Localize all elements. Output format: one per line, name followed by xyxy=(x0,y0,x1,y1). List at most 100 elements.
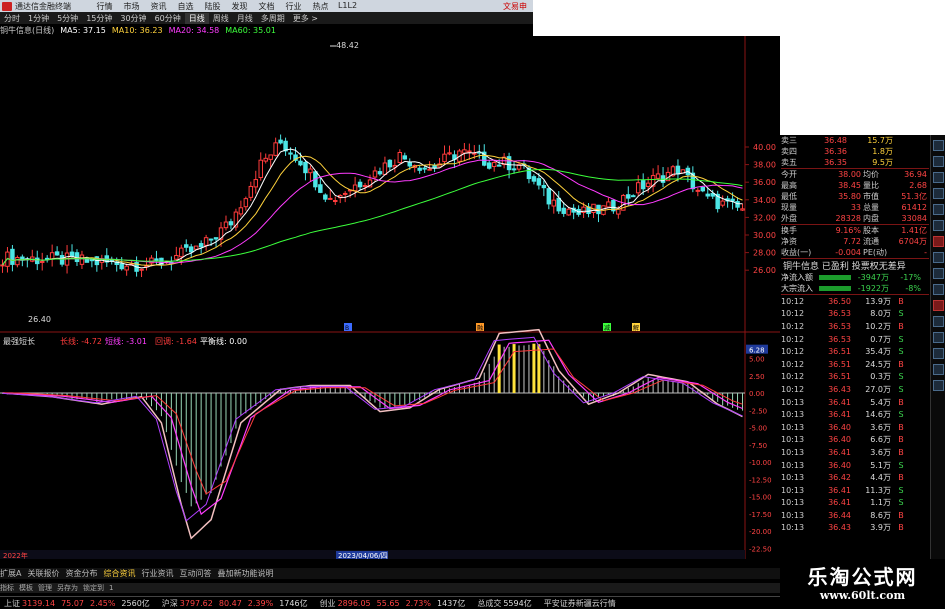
side-tool-icon[interactable] xyxy=(933,332,944,343)
index-name[interactable]: 创业 xyxy=(320,598,336,609)
side-tool-icon[interactable] xyxy=(933,220,944,231)
candle xyxy=(437,157,442,168)
period-tab[interactable]: 分时 xyxy=(0,13,24,24)
side-tool-icon[interactable] xyxy=(933,348,944,359)
indicator-tab[interactable]: 另存为 xyxy=(57,583,78,593)
tick-volume: 24.5万 xyxy=(865,359,891,369)
bottom-menu-item[interactable]: 关联报价 xyxy=(27,568,59,579)
menu-item[interactable]: 行业 xyxy=(280,1,307,12)
period-tab[interactable]: 周线 xyxy=(209,13,233,24)
company-info[interactable]: 铜牛信息 已盈利 投票权无差异 xyxy=(781,259,929,272)
period-tab[interactable]: 30分钟 xyxy=(116,13,150,24)
indicator-tab[interactable]: 锁定到 xyxy=(83,583,104,593)
tick-volume: 10.2万 xyxy=(865,321,891,331)
side-tool-icon[interactable] xyxy=(933,268,944,279)
indicator-tab[interactable]: 指标 xyxy=(0,583,14,593)
side-tool-icon[interactable] xyxy=(933,140,944,151)
menu-item[interactable]: 市场 xyxy=(118,1,145,12)
tick-volume: 6.6万 xyxy=(870,435,891,445)
tick-volume: 8.6万 xyxy=(870,510,891,520)
candle xyxy=(546,186,552,210)
period-tab[interactable]: 60分钟 xyxy=(151,13,185,24)
flow-value: -3947万 xyxy=(857,273,889,282)
side-tool-icon[interactable] xyxy=(933,284,944,295)
indicator-tab[interactable]: 模板 xyxy=(19,583,33,593)
bottom-menu-item[interactable]: 叠加新功能说明 xyxy=(217,568,273,579)
event-marker-label: B xyxy=(345,325,349,332)
side-tool-icon[interactable] xyxy=(933,252,944,263)
side-tool-icon[interactable] xyxy=(933,380,944,391)
index-name[interactable]: 沪深 xyxy=(162,598,178,609)
candle xyxy=(606,197,611,208)
ask-row: 卖四 36.36 1.8万 xyxy=(781,146,929,157)
price-tick-label: 32.00 xyxy=(753,213,776,222)
menu-item[interactable]: 行情 xyxy=(91,1,118,12)
stat-value: -0.004 xyxy=(835,248,861,257)
period-tab[interactable]: 月线 xyxy=(233,13,257,24)
candle xyxy=(79,250,85,269)
side-tool-icon[interactable] xyxy=(933,204,944,215)
stat-value: 1.41亿 xyxy=(901,226,927,235)
price-tick-label: 34.00 xyxy=(753,196,776,205)
side-tool-icon[interactable] xyxy=(933,156,944,167)
candle xyxy=(417,165,422,174)
candle xyxy=(650,168,656,193)
corner-label[interactable]: 文易申 xyxy=(503,1,527,12)
price-tick-label: 38.00 xyxy=(753,161,776,170)
period-tab[interactable]: 日线 xyxy=(184,12,209,24)
period-tab[interactable]: 15分钟 xyxy=(82,13,116,24)
side-tool-icon[interactable] xyxy=(933,188,944,199)
bottom-menu-item[interactable]: 行业资讯 xyxy=(141,568,173,579)
side-tool-icon[interactable] xyxy=(933,172,944,183)
menu-item[interactable]: 热点 xyxy=(307,1,334,12)
indicator-tab[interactable]: 1 xyxy=(109,584,113,592)
ask-name: 卖三 xyxy=(781,136,797,145)
candle xyxy=(253,170,259,194)
side-tool-icon[interactable] xyxy=(933,300,944,311)
bottom-menu-item[interactable]: 资金分布 xyxy=(65,568,97,579)
candle xyxy=(675,159,681,182)
menu-item[interactable]: 资讯 xyxy=(145,1,172,12)
candle xyxy=(511,160,517,174)
event-marker-label: 减 xyxy=(604,324,610,332)
index-name[interactable]: 上证 xyxy=(4,598,20,609)
blank-area-right xyxy=(780,0,945,135)
indicator-tab[interactable]: 管理 xyxy=(38,583,52,593)
tick-time: 10:13 xyxy=(781,498,805,508)
menu-item[interactable]: 陆股 xyxy=(199,1,226,12)
indicator-tick-label: -22.50 xyxy=(749,545,772,553)
side-tool-icon[interactable] xyxy=(933,316,944,327)
tick-volume: 13.9万 xyxy=(865,296,891,306)
status-bar: 上证 3139.14 75.07 2.45% 2560亿 沪深 3797.62 80.47 2.… xyxy=(0,596,780,609)
bottom-menu-item[interactable]: 扩展A xyxy=(0,568,21,579)
bottom-menu-item[interactable]: 互动问答 xyxy=(179,568,211,579)
candle xyxy=(139,268,144,278)
period-tab[interactable]: 多周期 xyxy=(257,13,289,24)
tick-time: 10:13 xyxy=(781,485,805,495)
side-tool-icon[interactable] xyxy=(933,236,944,247)
tick-row: 10:13 36.41 3.6万 B xyxy=(781,446,929,459)
stat-row: 最低 35.80 市值 51.3亿 xyxy=(781,191,929,202)
stock-name[interactable]: 铜牛信息(日线) xyxy=(0,25,54,36)
index-change: 75.07 xyxy=(61,598,84,608)
indicator-tick-label: 0.00 xyxy=(749,390,765,398)
period-tab[interactable]: 1分钟 xyxy=(24,13,53,24)
candle xyxy=(323,193,328,203)
menu-item[interactable]: 自选 xyxy=(172,1,199,12)
price-tick-label: 36.00 xyxy=(753,178,776,187)
index-amount: 1746亿 xyxy=(279,598,308,608)
menu-item[interactable]: 文档 xyxy=(253,1,280,12)
candle xyxy=(551,192,557,214)
high-price-label: 48.42 xyxy=(336,41,359,50)
candle xyxy=(188,243,194,258)
kline-chart[interactable]: 40.00 38.00 36.00 34.00 32.00 30.00 28.00 26.00… xyxy=(0,36,780,559)
bottom-menu-item[interactable]: 综合资讯 xyxy=(103,568,135,579)
tick-row: 10:12 36.43 27.0万 S xyxy=(781,383,929,396)
candle xyxy=(154,250,159,266)
candle xyxy=(660,167,666,188)
menu-item[interactable]: L1L2 xyxy=(334,1,361,12)
side-tool-icon[interactable] xyxy=(933,364,944,375)
period-tab[interactable]: 更多 > xyxy=(289,13,322,24)
menu-item[interactable]: 发现 xyxy=(226,1,253,12)
period-tab[interactable]: 5分钟 xyxy=(53,13,82,24)
